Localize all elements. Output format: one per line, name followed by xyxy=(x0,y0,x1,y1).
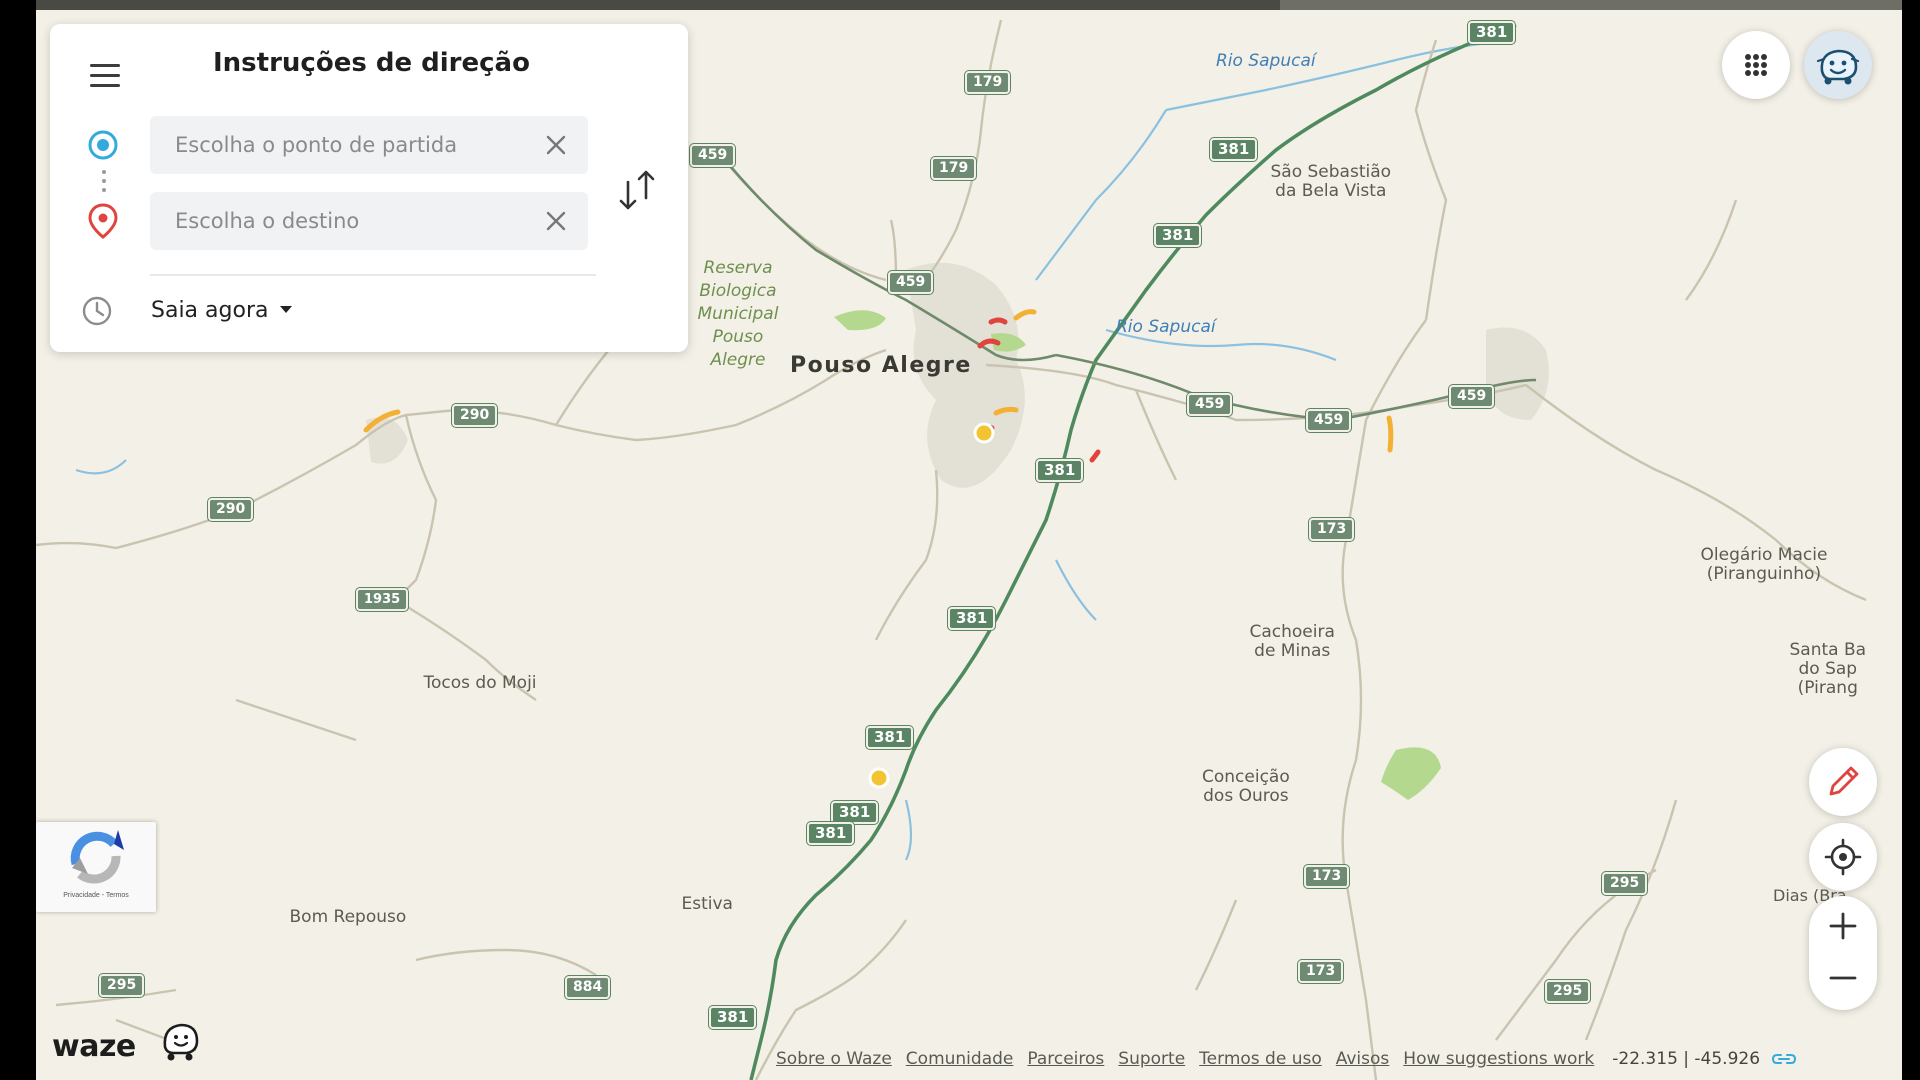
locate-me-button[interactable] xyxy=(1809,823,1877,891)
road-shield-173: 173 xyxy=(1298,960,1344,983)
directions-panel: Instruções de direção Escolha o ponto de… xyxy=(50,24,688,352)
road-shield-459: 459 xyxy=(888,271,934,294)
zoom-in-button[interactable] xyxy=(1809,896,1877,953)
road-shield-381: 381 xyxy=(1036,459,1084,482)
road-shield-173: 173 xyxy=(1304,865,1350,888)
origin-input[interactable] xyxy=(150,116,555,174)
road-shield-179: 179 xyxy=(965,71,1011,94)
destination-field[interactable] xyxy=(150,192,588,250)
city-label-bom-repouso: Bom Repouso xyxy=(289,907,407,927)
road-shield-381: 381 xyxy=(831,801,879,824)
waze-wordmark: waze xyxy=(52,1029,136,1064)
city-label-pouso-alegre: Pouso Alegre xyxy=(790,353,972,378)
waze-mood-icon xyxy=(1816,49,1860,85)
road-shield-381: 381 xyxy=(866,726,914,749)
route-dots xyxy=(102,170,106,197)
clock-icon xyxy=(82,296,112,326)
share-link-icon[interactable] xyxy=(1772,1052,1797,1066)
zoom-control xyxy=(1809,896,1877,1010)
road-shield-459: 459 xyxy=(1187,393,1233,416)
departure-label: Saia agora xyxy=(151,298,269,323)
swap-directions-icon[interactable] xyxy=(616,164,660,214)
plus-icon xyxy=(1829,912,1857,940)
footer-link-how-suggestions-work[interactable]: How suggestions work xyxy=(1403,1049,1594,1069)
road-shield-884: 884 xyxy=(565,976,611,999)
recaptcha-icon xyxy=(70,830,124,884)
city-label-sao-sebastiao: São Sebastião da Bela Vista xyxy=(1270,162,1392,201)
zoom-out-button[interactable] xyxy=(1809,953,1877,1010)
destination-input[interactable] xyxy=(150,192,555,250)
road-shield-173: 173 xyxy=(1309,518,1355,541)
footer-link-avisos[interactable]: Avisos xyxy=(1336,1049,1390,1069)
road-shield-1935: 1935 xyxy=(356,588,409,611)
clear-destination-icon[interactable] xyxy=(544,209,568,233)
road-shield-381: 381 xyxy=(948,607,996,630)
recaptcha-links[interactable]: Privacidade - Termos xyxy=(36,892,156,899)
panel-title: Instruções de direção xyxy=(213,48,530,78)
city-label-estiva: Estiva xyxy=(681,894,733,914)
road-shield-459: 459 xyxy=(690,144,736,167)
footer-link-parceiros[interactable]: Parceiros xyxy=(1027,1049,1104,1069)
footer-link-comunidade[interactable]: Comunidade xyxy=(906,1049,1014,1069)
departure-time-dropdown[interactable]: Saia agora xyxy=(151,296,293,326)
waze-smiley-icon xyxy=(163,1023,199,1061)
road-shield-381: 381 xyxy=(709,1006,757,1029)
minus-icon xyxy=(1829,976,1857,980)
road-shield-459: 459 xyxy=(1306,409,1352,432)
hamburger-icon xyxy=(90,64,120,67)
city-label-olegario-maciel: Olegário Macie (Piranguinho) xyxy=(1700,545,1828,584)
menu-button[interactable] xyxy=(88,59,122,93)
road-shield-290: 290 xyxy=(452,404,498,427)
city-label-santa-ba: Santa Ba do Sap (Pirang xyxy=(1789,640,1867,698)
coordinates-readout: -22.315 | -45.926 xyxy=(1612,1049,1761,1069)
origin-pin-icon xyxy=(88,130,118,160)
map-viewport[interactable]: Pouso Alegre São Sebastião da Bela Vista… xyxy=(36,0,1902,1080)
road-shield-381: 381 xyxy=(1210,138,1258,161)
road-shield-295: 295 xyxy=(1545,980,1591,1003)
apps-button[interactable] xyxy=(1722,31,1790,99)
footer-link-sobre[interactable]: Sobre o Waze xyxy=(776,1049,892,1069)
road-shield-290: 290 xyxy=(208,498,254,521)
water-label-rio-sapucai-east: Rio Sapucaí xyxy=(1116,317,1216,337)
footer-link-termos[interactable]: Termos de uso xyxy=(1199,1049,1322,1069)
road-shield-295: 295 xyxy=(1602,872,1648,895)
chevron-down-icon xyxy=(280,305,293,313)
water-label-rio-sapucai-north: Rio Sapucaí xyxy=(1216,51,1316,71)
report-edit-button[interactable] xyxy=(1809,748,1877,816)
city-label-cachoeira-de-minas: Cachoeira de Minas xyxy=(1249,622,1335,661)
account-button[interactable] xyxy=(1804,31,1872,99)
road-shield-381: 381 xyxy=(1468,21,1516,44)
city-label-conceicao-dos-ouros: Conceição dos Ouros xyxy=(1202,767,1290,806)
road-shield-381: 381 xyxy=(807,822,855,845)
clear-origin-icon[interactable] xyxy=(544,133,568,157)
road-shield-179: 179 xyxy=(931,157,977,180)
road-shield-295: 295 xyxy=(99,974,145,997)
panel-divider xyxy=(150,274,596,276)
road-shield-381: 381 xyxy=(1154,224,1202,247)
park-label-reserva: Reserva Biologica Municipal Pouso Alegre xyxy=(697,258,779,370)
highway-459 xyxy=(719,154,1537,422)
highway-381 xyxy=(749,23,1517,1080)
pencil-icon xyxy=(1829,766,1859,796)
crosshair-icon xyxy=(1824,838,1862,876)
city-label-tocos-do-moji: Tocos do Moji xyxy=(423,673,537,693)
footer-bar: Sobre o Waze Comunidade Parceiros Suporte Te… xyxy=(776,1049,1797,1073)
road-shield-459: 459 xyxy=(1449,385,1495,408)
destination-pin-icon xyxy=(88,203,118,239)
origin-field[interactable] xyxy=(150,116,588,174)
footer-link-suporte[interactable]: Suporte xyxy=(1118,1049,1185,1069)
recaptcha-badge[interactable]: Privacidade - Termos xyxy=(36,822,156,912)
